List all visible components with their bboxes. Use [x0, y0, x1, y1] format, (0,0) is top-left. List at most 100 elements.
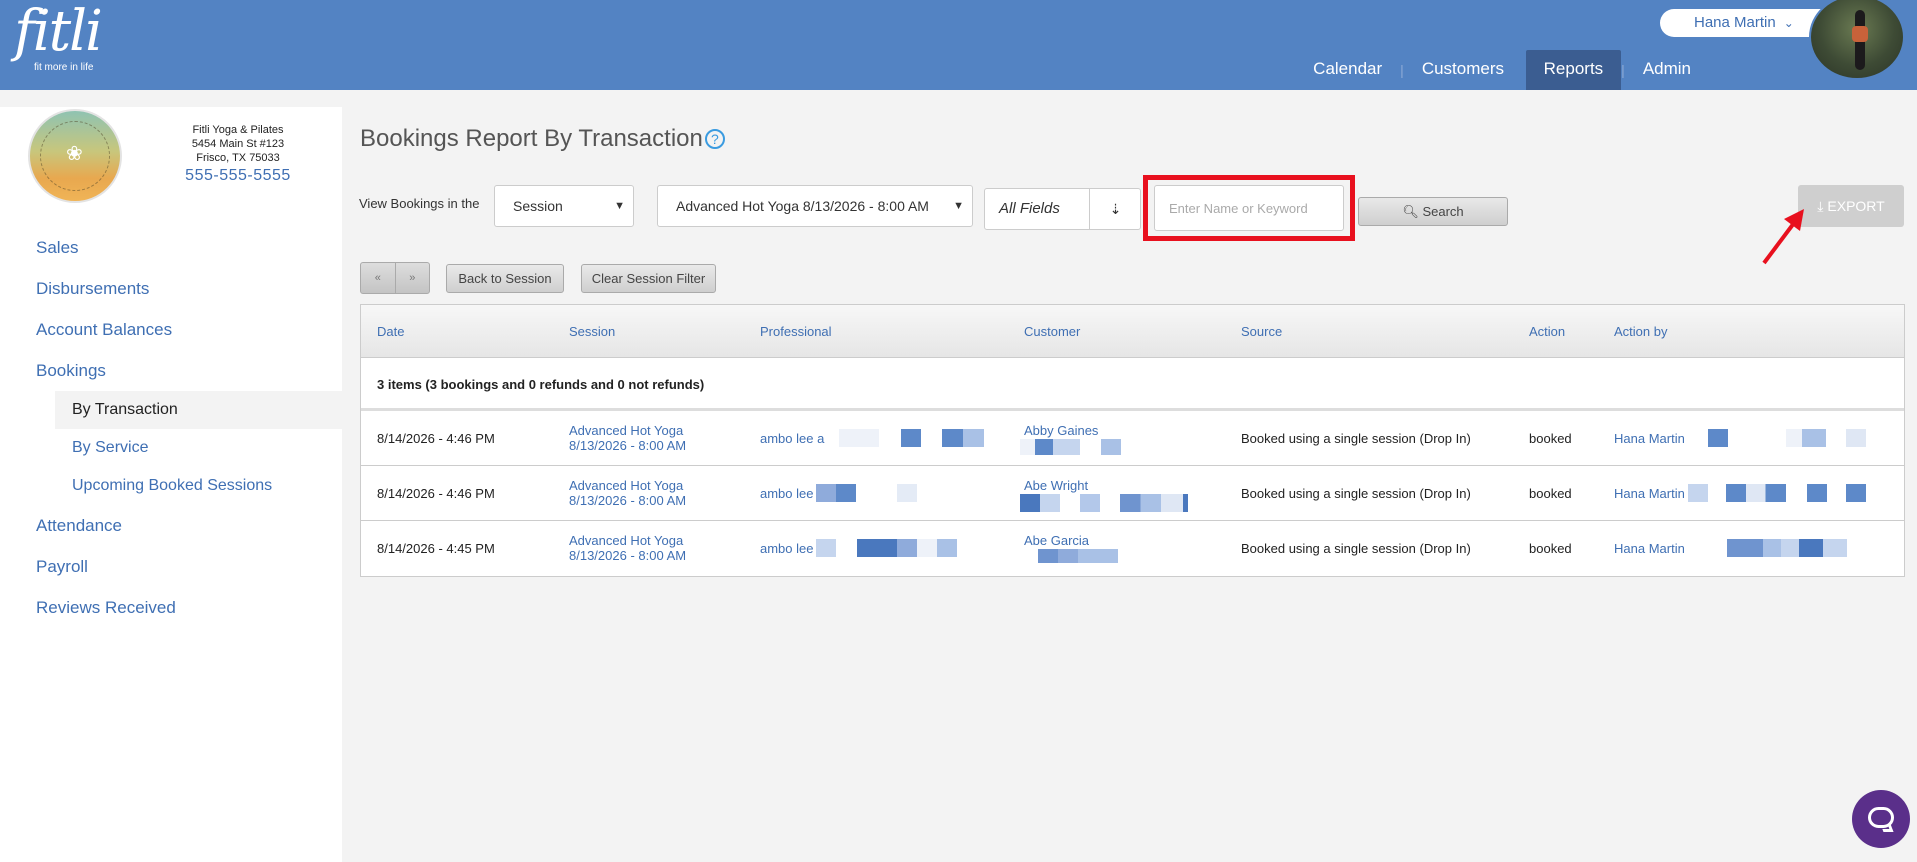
sidebar-item-upcoming-booked-sessions[interactable]: Upcoming Booked Sessions	[0, 467, 342, 505]
redacted-block	[942, 429, 984, 447]
col-source[interactable]: Source	[1241, 305, 1282, 358]
sidebar-item-account-balances[interactable]: Account Balances	[0, 309, 342, 350]
table-row: 8/14/2026 - 4:46 PM Advanced Hot Yoga 8/…	[361, 466, 1904, 521]
cell-date: 8/14/2026 - 4:46 PM	[377, 486, 495, 501]
help-icon[interactable]: ?	[704, 129, 725, 149]
sidebar-item-by-transaction[interactable]: By Transaction	[55, 391, 342, 429]
col-action-by[interactable]: Action by	[1614, 305, 1667, 358]
col-customer[interactable]: Customer	[1024, 305, 1080, 358]
redacted-block	[1101, 439, 1121, 455]
search-button[interactable]: 🔍︎ Search	[1358, 197, 1508, 226]
table-summary: 3 items (3 bookings and 0 refunds and 0 …	[361, 358, 1904, 411]
cell-action-by[interactable]: Hana Martin	[1614, 411, 1685, 466]
logo-tagline: fit more in life	[34, 62, 94, 73]
studio-name: Fitli Yoga & Pilates	[192, 124, 284, 136]
pager-next-button[interactable]: »	[394, 263, 430, 293]
table-row: 8/14/2026 - 4:46 PM Advanced Hot Yoga 8/…	[361, 411, 1904, 466]
fitli-logo[interactable]: fitli fit more in life	[14, 0, 103, 74]
studio-phone[interactable]: 555-555-5555	[180, 168, 296, 184]
cell-source: Booked using a single session (Drop In)	[1241, 486, 1471, 501]
cell-action: booked	[1529, 431, 1572, 446]
search-icon: 🔍︎	[1402, 204, 1419, 219]
session-time: 8/13/2026 - 8:00 AM	[569, 548, 687, 563]
col-date[interactable]: Date	[377, 305, 404, 358]
cell-customer[interactable]: Abe Garcia	[1024, 533, 1089, 548]
redacted-block	[1080, 494, 1100, 512]
cell-session[interactable]: Advanced Hot Yoga 8/13/2026 - 8:00 AM	[569, 478, 686, 508]
cell-session[interactable]: Advanced Hot Yoga 8/13/2026 - 8:00 AM	[569, 423, 686, 453]
cell-professional[interactable]: ambo lee	[760, 466, 813, 521]
sidebar-item-reviews-received[interactable]: Reviews Received	[0, 587, 342, 628]
cell-customer[interactable]: Abe Wright	[1024, 478, 1088, 493]
sidebar-item-attendance[interactable]: Attendance	[0, 505, 342, 546]
sidebar-item-payroll[interactable]: Payroll	[0, 546, 342, 587]
studio-address-line2: Frisco, TX 75033	[196, 152, 280, 164]
redacted-block	[1786, 429, 1826, 447]
bookings-table: Date Session Professional Customer Sourc…	[360, 304, 1905, 577]
main-content: Bookings Report By Transaction? View Boo…	[342, 107, 1917, 862]
redacted-block	[1120, 494, 1188, 512]
nav-admin[interactable]: Admin	[1625, 50, 1709, 90]
pager-prev-button[interactable]: «	[361, 263, 395, 293]
back-to-session-button[interactable]: Back to Session	[446, 264, 564, 293]
redacted-block	[839, 429, 879, 447]
clear-session-filter-button[interactable]: Clear Session Filter	[581, 264, 716, 293]
nav-calendar[interactable]: Calendar	[1295, 50, 1400, 90]
cell-professional[interactable]: ambo lee	[760, 521, 813, 576]
session-select[interactable]: Advanced Hot Yoga 8/13/2026 - 8:00 AM ▼	[657, 185, 973, 227]
redacted-block	[901, 429, 921, 447]
cell-customer[interactable]: Abby Gaines	[1024, 423, 1098, 438]
avatar-figure-top	[1852, 26, 1868, 42]
fields-filter[interactable]: All Fields ⇣	[984, 188, 1141, 230]
sidebar-item-by-service[interactable]: By Service	[0, 429, 342, 467]
fields-filter-value: All Fields	[999, 200, 1060, 217]
redacted-block	[816, 539, 836, 557]
chevron-down-icon: ▼	[953, 200, 964, 212]
nav-customers[interactable]: Customers	[1404, 50, 1522, 90]
session-time: 8/13/2026 - 8:00 AM	[569, 438, 687, 453]
redacted-block	[1807, 484, 1827, 502]
sidebar-item-bookings[interactable]: Bookings	[0, 350, 342, 391]
sidebar-item-sales[interactable]: Sales	[0, 227, 342, 268]
report-menu: Sales Disbursements Account Balances Boo…	[0, 227, 342, 628]
scope-select[interactable]: Session ▼	[494, 185, 634, 227]
export-button[interactable]: ⤓ EXPORT	[1798, 185, 1904, 227]
pager: « »	[360, 262, 430, 294]
cell-action-by[interactable]: Hana Martin	[1614, 521, 1685, 576]
cell-source: Booked using a single session (Drop In)	[1241, 541, 1471, 556]
sidebar: ❀ Fitli Yoga & Pilates 5454 Main St #123…	[0, 107, 342, 862]
nav-reports[interactable]: Reports	[1525, 50, 1622, 90]
col-session[interactable]: Session	[569, 305, 615, 358]
search-button-label: Search	[1422, 204, 1464, 219]
col-action[interactable]: Action	[1529, 305, 1565, 358]
redacted-block	[816, 484, 856, 502]
sidebar-item-disbursements[interactable]: Disbursements	[0, 268, 342, 309]
cell-session[interactable]: Advanced Hot Yoga 8/13/2026 - 8:00 AM	[569, 533, 686, 563]
search-input[interactable]	[1154, 185, 1344, 231]
redacted-block	[1727, 539, 1847, 557]
redacted-block	[897, 484, 917, 502]
export-button-label: EXPORT	[1827, 198, 1885, 214]
redacted-block	[1846, 484, 1866, 502]
chat-widget-button[interactable]	[1852, 790, 1910, 848]
studio-address-line1: 5454 Main St #123	[191, 138, 285, 150]
cell-action-by[interactable]: Hana Martin	[1614, 466, 1685, 521]
redacted-block	[1846, 429, 1866, 447]
user-name: Hana Martin	[1694, 14, 1776, 31]
chat-icon-tail	[1880, 824, 1894, 832]
session-name: Advanced Hot Yoga	[569, 478, 684, 493]
double-chevron-down-icon[interactable]: ⇣	[1089, 189, 1141, 229]
view-bookings-label: View Bookings in the	[359, 196, 480, 211]
redacted-block	[1038, 549, 1118, 563]
cell-date: 8/14/2026 - 4:46 PM	[377, 431, 495, 446]
logo-wordmark: fitli	[14, 0, 103, 64]
cell-professional[interactable]: ambo lee a	[760, 411, 824, 466]
page-title-text: Bookings Report By Transaction	[360, 125, 703, 152]
scope-select-value: Session	[513, 198, 563, 214]
main-nav: Calendar | Customers | Reports | Admin	[1295, 50, 1917, 90]
col-professional[interactable]: Professional	[760, 305, 832, 358]
redacted-block	[1726, 484, 1786, 502]
meditation-icon: ❀	[66, 143, 83, 165]
chevron-down-icon: ⌄	[1783, 16, 1794, 30]
